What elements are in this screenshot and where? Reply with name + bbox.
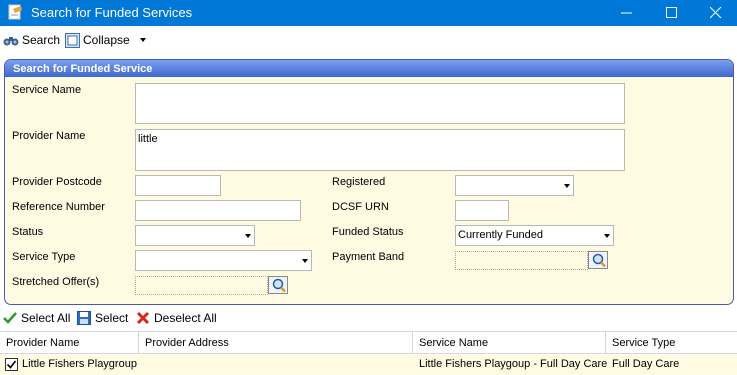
column-header-provider-address[interactable]: Provider Address [145,337,229,349]
stretched-offers-label: Stretched Offer(s) [12,276,100,288]
title-bar: Search for Funded Services [0,0,737,26]
service-type-label: Service Type [12,251,76,263]
service-type-select[interactable] [135,250,312,271]
magnifier-icon [272,278,286,293]
toolbar: Search Collapse [0,26,737,54]
service-name-input[interactable] [135,83,625,124]
column-header-service-name[interactable]: Service Name [419,337,488,349]
registered-label: Registered [332,176,386,188]
search-button[interactable]: Search [3,31,60,49]
app-icon [8,4,22,20]
chevron-down-icon[interactable] [136,36,150,44]
checkmark-icon [6,360,17,369]
panel-title: Search for Funded Service [5,60,733,77]
table-row[interactable]: Little Fishers Playgroup Little Fishers … [0,355,737,375]
registered-select[interactable] [455,175,574,196]
select-all-button[interactable]: Select All [3,311,70,325]
column-header-provider-name[interactable]: Provider Name [6,337,79,349]
collapse-icon [65,32,80,48]
provider-name-label: Provider Name [12,130,86,142]
minimize-button[interactable] [605,0,649,26]
cell-service-type: Full Day Care [612,358,680,370]
column-divider [605,332,606,354]
red-x-icon [136,311,150,325]
payment-band-label: Payment Band [332,251,405,263]
select-button[interactable]: Select [77,311,128,325]
funded-status-value: Currently Funded [458,229,543,241]
magnifier-icon [592,253,606,268]
service-name-label: Service Name [12,84,82,96]
payment-band-lookup-button[interactable] [588,251,608,269]
status-label: Status [12,226,44,238]
provider-postcode-input[interactable] [135,175,221,196]
close-icon [710,7,722,19]
payment-band-field [455,251,588,270]
deselect-all-button[interactable]: Deselect All [136,311,217,325]
dcsf-urn-input[interactable] [455,200,509,221]
cell-service-name: Little Fishers Playgoup - Full Day Care [419,358,608,370]
column-divider [138,332,139,354]
dcsf-urn-label: DCSF URN [332,201,389,213]
search-panel: Search for Funded Service Service Name P… [4,59,734,305]
collapse-button-label: Collapse [83,33,130,47]
search-button-label: Search [22,33,61,47]
close-button[interactable] [694,0,737,26]
dropdown-arrow-icon [245,234,251,238]
column-header-service-type[interactable]: Service Type [612,337,675,349]
collapse-button[interactable]: Collapse [65,31,153,49]
maximize-icon [666,7,677,18]
selection-actions: Select All Select Deselect All [0,308,737,330]
deselect-all-label: Deselect All [154,311,217,325]
stretched-offers-field [135,276,268,295]
select-label: Select [95,311,129,325]
checkmark-icon [3,312,17,324]
funded-status-select[interactable]: Currently Funded [455,225,614,246]
save-disk-icon [77,311,91,325]
window-title: Search for Funded Services [31,5,193,20]
stretched-offers-lookup-button[interactable] [268,276,288,294]
row-checkbox[interactable] [5,358,18,371]
provider-postcode-label: Provider Postcode [12,176,102,188]
reference-number-label: Reference Number [12,201,105,213]
funded-status-label: Funded Status [332,226,404,238]
dropdown-arrow-icon [564,184,570,188]
results-grid-header: Provider Name Provider Address Service N… [0,331,737,354]
binoculars-icon [3,37,19,46]
reference-number-input[interactable] [135,200,301,221]
dropdown-arrow-icon [302,259,308,263]
minimize-icon [621,12,632,14]
provider-name-input[interactable]: little [135,129,625,171]
maximize-button[interactable] [650,0,694,26]
status-select[interactable] [135,225,255,246]
select-all-label: Select All [21,311,71,325]
column-divider [412,332,413,354]
dropdown-arrow-icon [604,234,610,238]
cell-provider-name: Little Fishers Playgroup [22,358,137,370]
